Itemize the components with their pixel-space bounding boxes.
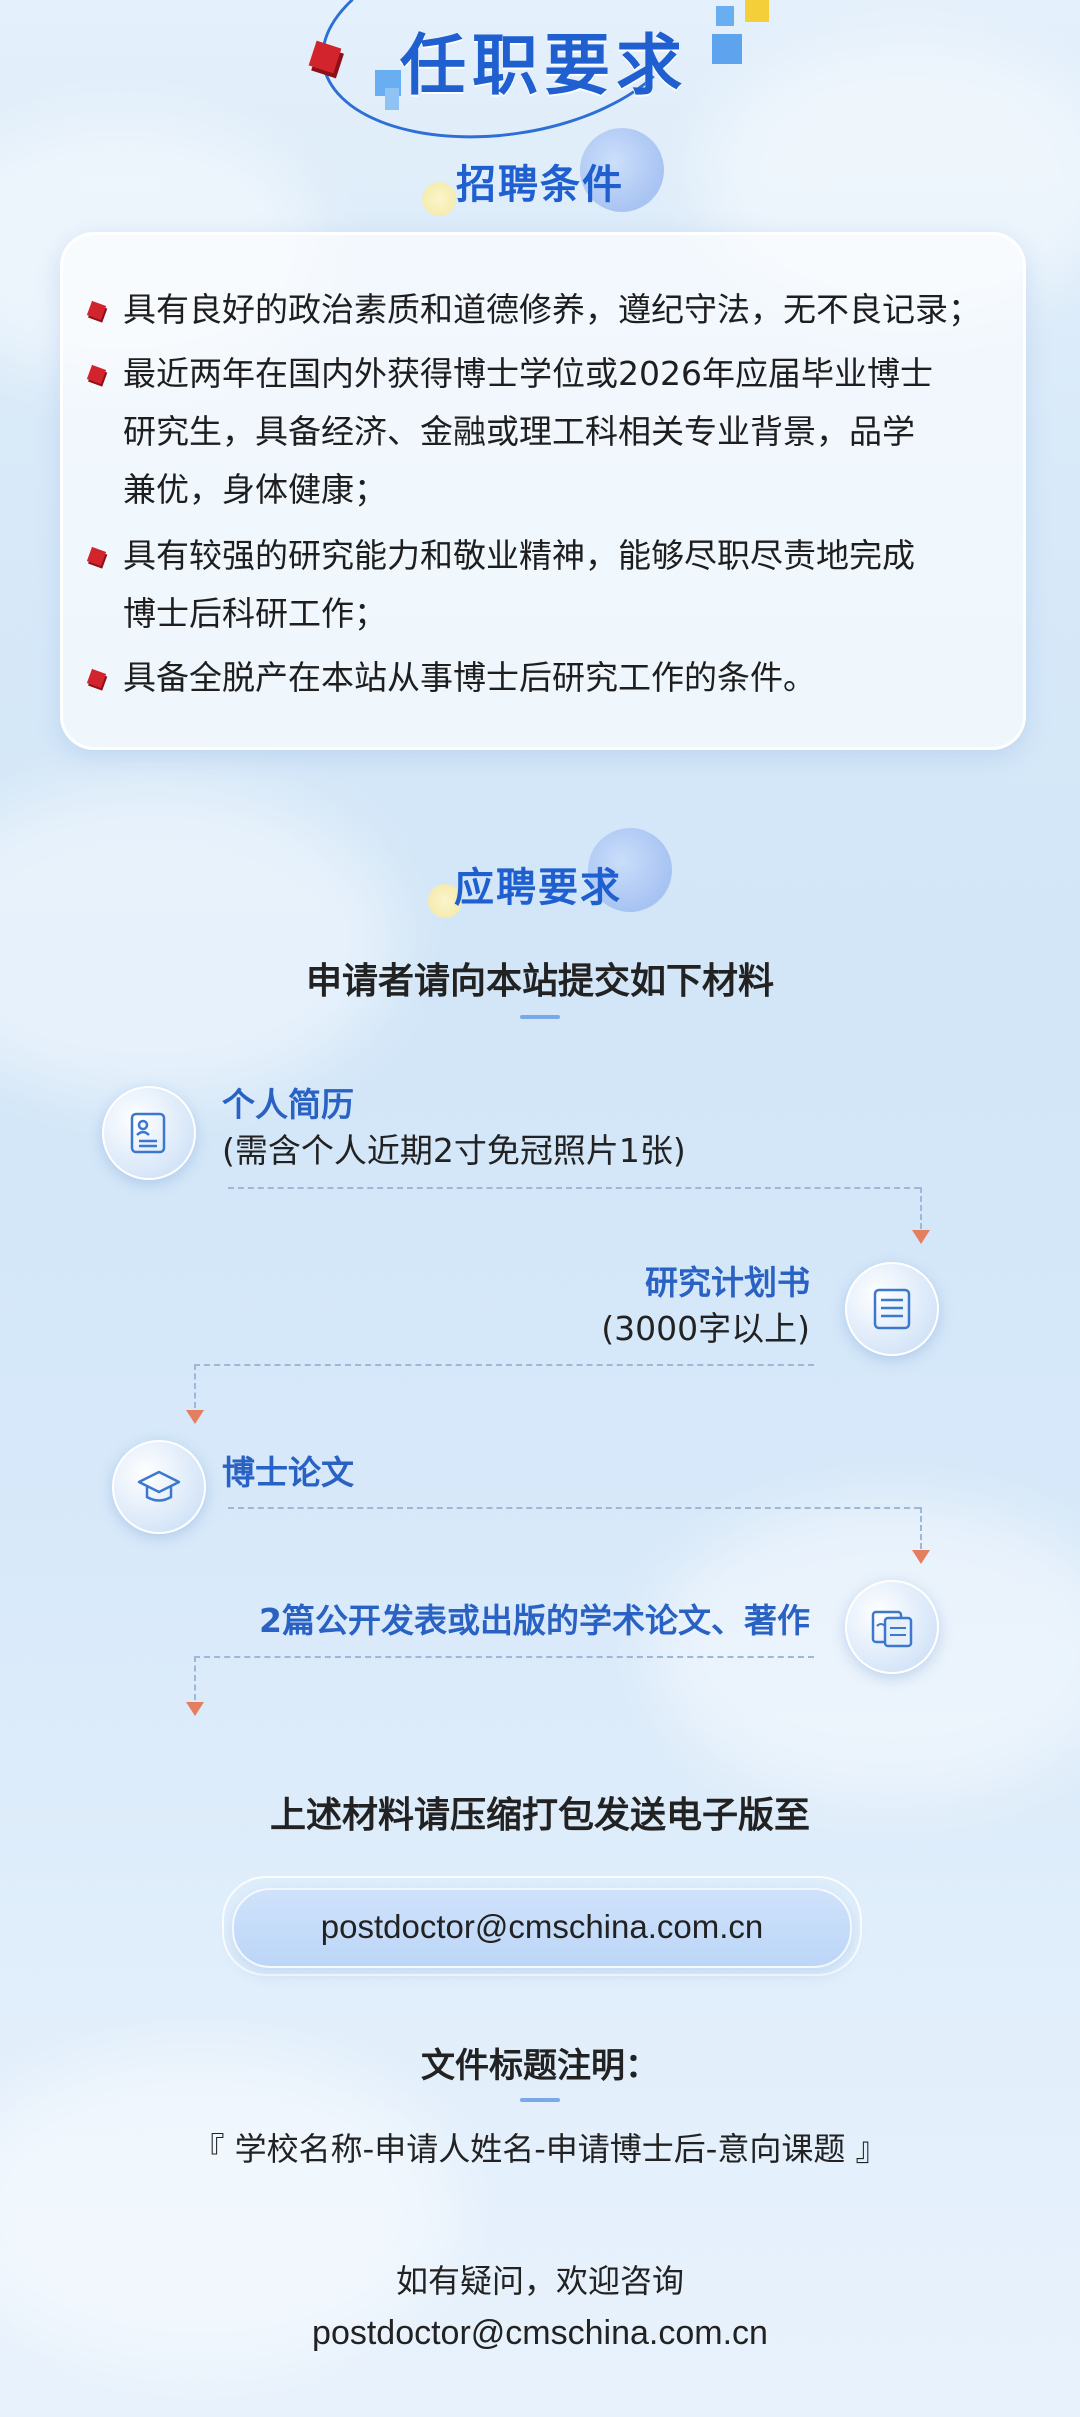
title-area: 任职要求 <box>0 0 1080 161</box>
email-box[interactable]: postdoctor@cmschina.com.cn <box>232 1888 852 1968</box>
connector-line <box>194 1656 196 1700</box>
block-decoration <box>716 6 734 26</box>
condition-item: 最近两年在国内外获得博士学位或2026年应届毕业博士 <box>86 345 1003 403</box>
condition-item: 具有较强的研究能力和敬业精神，能够尽职尽责地完成 <box>86 527 1003 585</box>
bullet-icon <box>86 300 107 321</box>
page-title: 任职要求 <box>400 27 688 104</box>
bullet-icon <box>86 364 107 385</box>
connector-line <box>228 1507 920 1509</box>
underline-divider <box>520 1015 560 1019</box>
arrow-down-icon <box>912 1550 930 1564</box>
paper-icon <box>871 1610 913 1648</box>
connector-line <box>920 1187 922 1229</box>
arrow-down-icon <box>186 1410 204 1424</box>
underline-divider <box>520 2098 560 2102</box>
step-icon <box>112 1440 206 1534</box>
conditions-card: 具有良好的政治素质和道德修养，遵纪守法，无不良记录； 最近两年在国内外获得博士学… <box>60 232 1026 750</box>
condition-item: 具有良好的政治素质和道德修养，遵纪守法，无不良记录； <box>86 281 1003 339</box>
connector-line <box>194 1364 196 1408</box>
step-subtitle: (3000字以上) <box>601 1309 810 1348</box>
contact-email[interactable]: postdoctor@cmschina.com.cn <box>0 2314 1080 2353</box>
step-title: 博士论文 <box>222 1453 354 1492</box>
bullet-icon <box>86 668 107 689</box>
application-intro: 申请者请向本站提交如下材料 <box>305 961 774 1002</box>
connector-line <box>228 1187 920 1189</box>
condition-item-cont: 研究生，具备经济、金融或理工科相关专业背景，品学 <box>123 412 915 451</box>
arrow-down-icon <box>912 1230 930 1244</box>
conditions-heading: 招聘条件 <box>456 162 624 208</box>
graduation-cap-icon <box>137 1470 181 1502</box>
block-decoration <box>385 88 399 110</box>
resume-icon <box>130 1112 166 1154</box>
email-address[interactable]: postdoctor@cmschina.com.cn <box>234 1908 850 1946</box>
arrow-down-icon <box>186 1702 204 1716</box>
block-decoration <box>745 0 769 22</box>
step-icon <box>102 1086 196 1180</box>
bullet-icon <box>86 546 107 567</box>
condition-item: 具备全脱产在本站从事博士后研究工作的条件。 <box>86 649 1003 707</box>
step-icon <box>845 1262 939 1356</box>
condition-item-cont: 博士后科研工作； <box>123 594 387 633</box>
file-title-heading: 文件标题注明： <box>421 2046 659 2086</box>
step-title: 个人简历 <box>222 1085 354 1124</box>
document-icon <box>873 1288 911 1330</box>
block-decoration <box>712 34 742 64</box>
application-heading: 应聘要求 <box>454 865 622 911</box>
step-title: 2篇公开发表或出版的学术论文、著作 <box>259 1601 810 1640</box>
connector-line <box>194 1656 814 1658</box>
bubble-decoration <box>422 182 456 216</box>
contact-text: 如有疑问，欢迎咨询 <box>395 2262 684 2300</box>
step-icon <box>845 1580 939 1674</box>
connector-line <box>920 1507 922 1549</box>
step-subtitle: (需含个人近期2寸免冠照片1张) <box>222 1131 686 1170</box>
connector-line <box>194 1364 814 1366</box>
condition-item-cont: 兼优，身体健康； <box>123 470 387 509</box>
file-title-format: 『 学校名称-申请人姓名-申请博士后-意向课题 』 <box>192 2130 888 2168</box>
step-title: 研究计划书 <box>645 1263 810 1302</box>
submit-text: 上述材料请压缩打包发送电子版至 <box>269 1795 810 1836</box>
